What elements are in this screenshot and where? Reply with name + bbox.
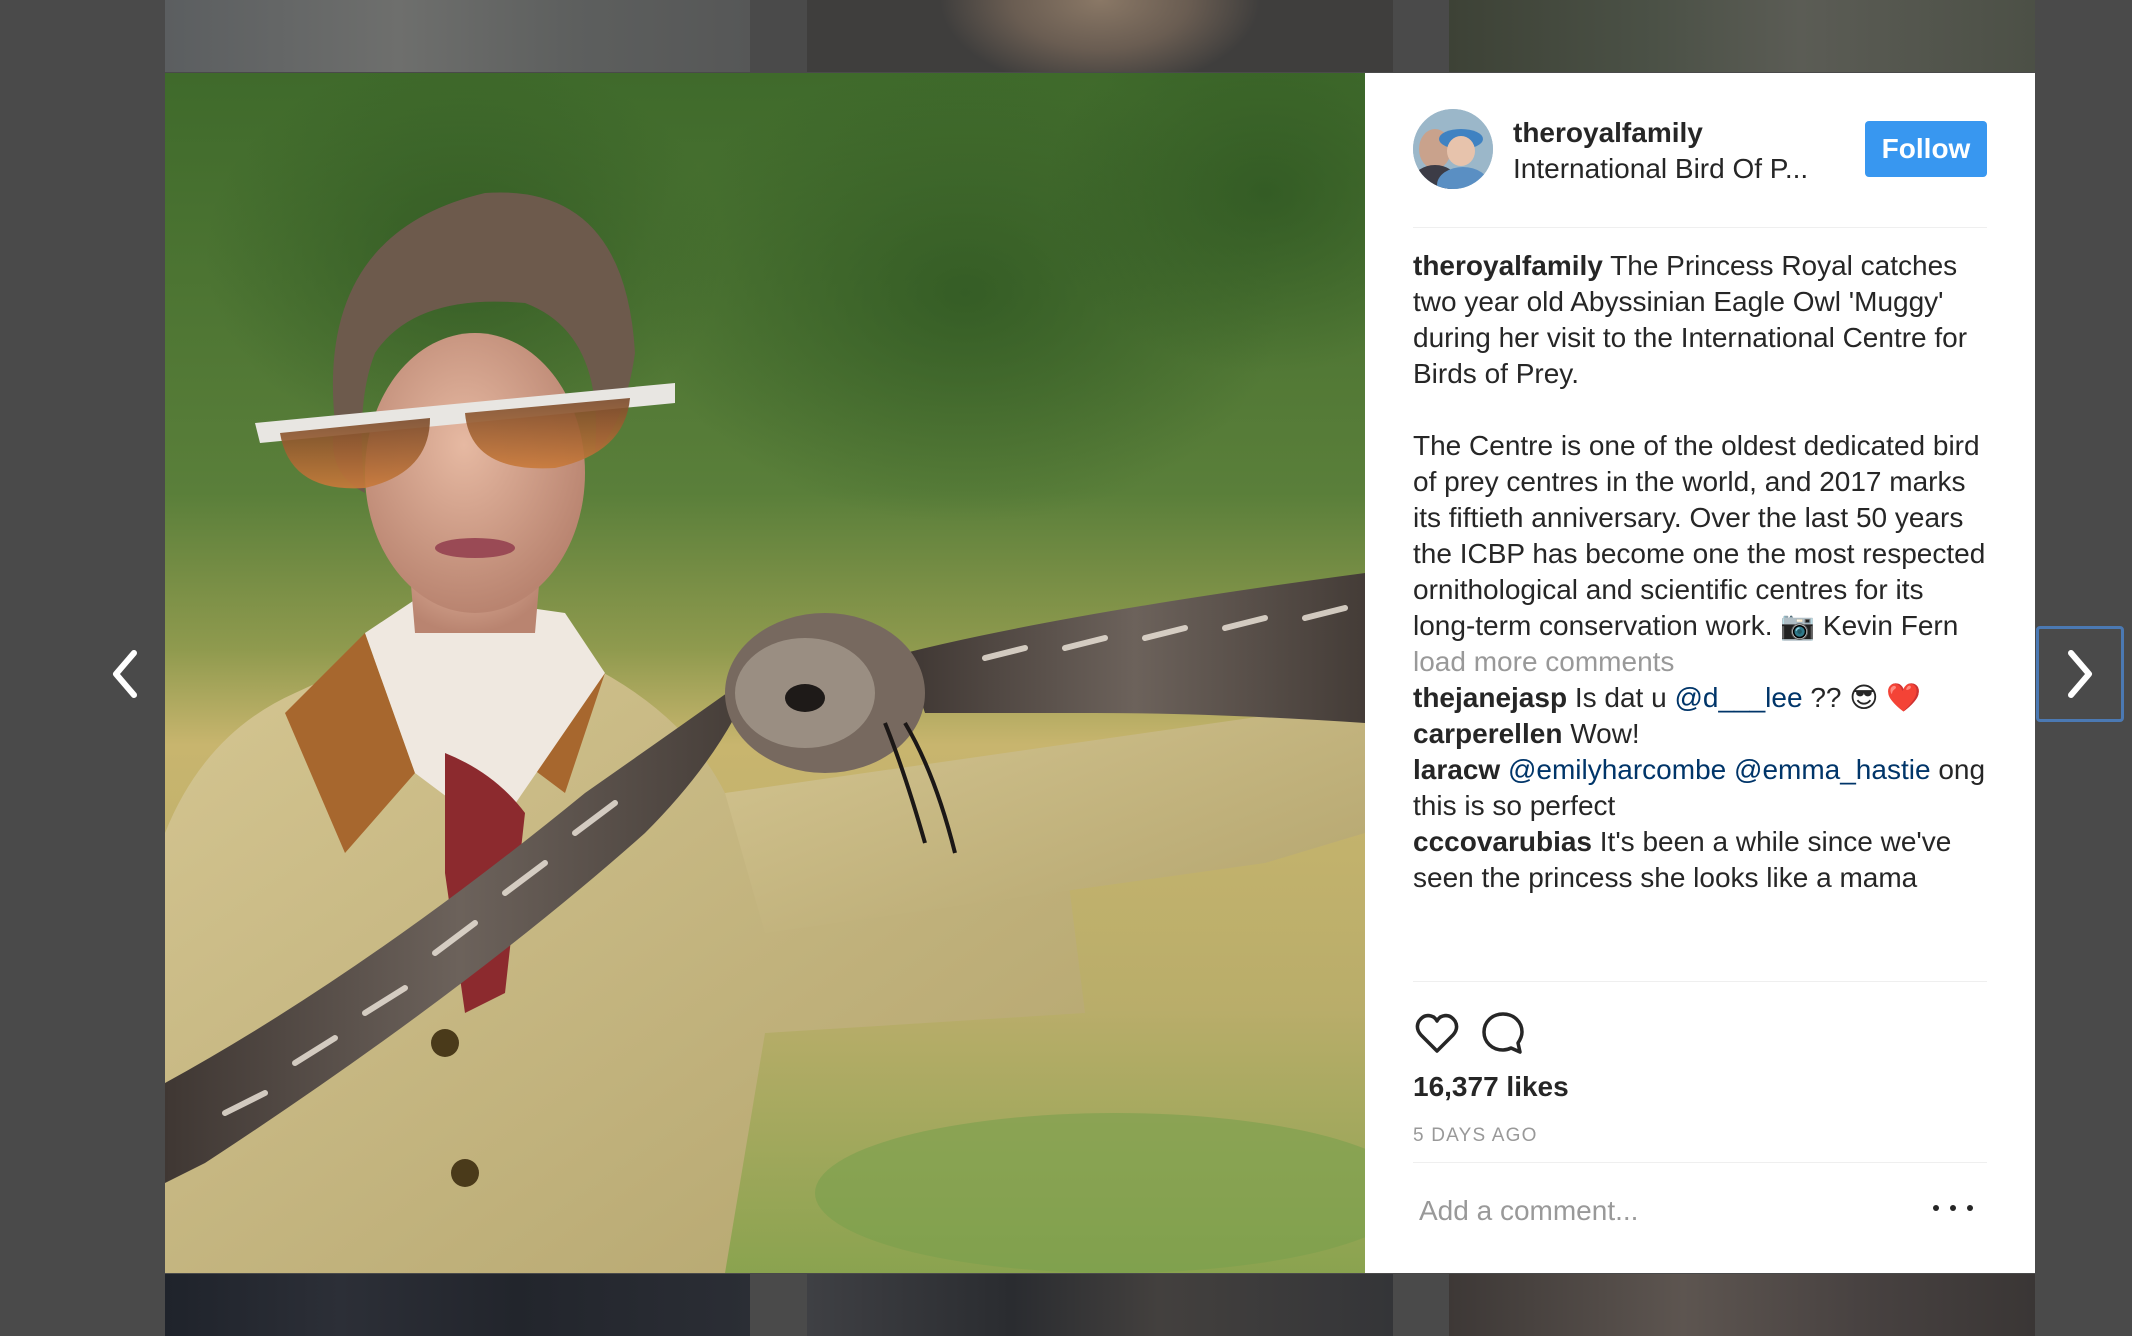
caption: theroyalfamily The Princess Royal catche… xyxy=(1413,248,1987,644)
more-horizontal-icon xyxy=(1967,1205,1973,1211)
previous-post-button[interactable] xyxy=(80,626,170,722)
grid-thumbnail[interactable] xyxy=(807,0,1393,72)
comment-text: Wow! xyxy=(1570,718,1640,749)
comment-item: carperellen Wow! xyxy=(1413,716,1987,752)
grid-thumbnail[interactable] xyxy=(165,0,750,72)
speech-bubble-icon[interactable] xyxy=(1479,1009,1527,1057)
comment-username[interactable]: laracw xyxy=(1413,754,1500,785)
divider xyxy=(1413,1162,1987,1163)
caption-text: The Princess Royal catches two year old … xyxy=(1413,250,1986,641)
more-horizontal-icon xyxy=(1950,1205,1956,1211)
avatar[interactable] xyxy=(1413,109,1493,189)
grid-thumbnail[interactable] xyxy=(807,1274,1393,1336)
load-more-comments-link[interactable]: load more comments xyxy=(1413,644,1987,680)
location-link[interactable]: International Bird Of P... xyxy=(1513,153,1833,185)
follow-button[interactable]: Follow xyxy=(1865,121,1987,177)
comment-item: cccovarubias It's been a while since we'… xyxy=(1413,824,1987,896)
mention-link[interactable]: @emilyharcombe xyxy=(1508,754,1726,785)
heart-emoji: ❤️ xyxy=(1886,682,1922,713)
comment-username[interactable]: thejanejasp xyxy=(1413,682,1567,713)
comment-item: laracw @emilyharcombe @emma_hastie ong t… xyxy=(1413,752,1987,824)
caption-username[interactable]: theroyalfamily xyxy=(1413,250,1603,281)
mention-link[interactable]: @d___lee xyxy=(1674,682,1802,713)
post-timestamp[interactable]: 5 days ago xyxy=(1413,1125,1538,1147)
post-details-panel: theroyalfamily International Bird Of P..… xyxy=(1365,73,2035,1273)
post-image xyxy=(165,73,1365,1273)
chevron-left-icon xyxy=(113,650,137,698)
action-bar xyxy=(1413,1005,1527,1061)
post-photo[interactable] xyxy=(165,73,1365,1273)
comment-item: thejanejasp Is dat u @d___lee ?? 😎 ❤️ xyxy=(1413,680,1987,716)
more-horizontal-icon xyxy=(1933,1205,1939,1211)
next-post-button[interactable] xyxy=(2036,626,2124,722)
more-options-button[interactable] xyxy=(1933,1193,1973,1223)
profile-photo xyxy=(1413,109,1493,189)
comment-username[interactable]: carperellen xyxy=(1413,718,1562,749)
chevron-right-icon xyxy=(2068,650,2092,698)
grid-thumbnail[interactable] xyxy=(1449,0,2035,72)
comment-username[interactable]: cccovarubias xyxy=(1413,826,1592,857)
post-modal: theroyalfamily International Bird Of P..… xyxy=(165,73,2035,1273)
mention-link[interactable]: @emma_hastie xyxy=(1734,754,1931,785)
comment-text: Is dat u xyxy=(1574,682,1675,713)
likes-count[interactable]: 16,377 likes xyxy=(1413,1071,1569,1103)
grid-thumbnail[interactable] xyxy=(165,1274,750,1336)
grid-thumbnail[interactable] xyxy=(1449,1274,2035,1336)
add-comment-input[interactable] xyxy=(1417,1185,1921,1237)
comments-list[interactable]: theroyalfamily The Princess Royal catche… xyxy=(1413,248,1987,982)
heart-outline-icon[interactable] xyxy=(1413,1009,1461,1057)
comment-text: ?? 😎 xyxy=(1802,682,1887,713)
username[interactable]: theroyalfamily xyxy=(1513,117,1703,149)
